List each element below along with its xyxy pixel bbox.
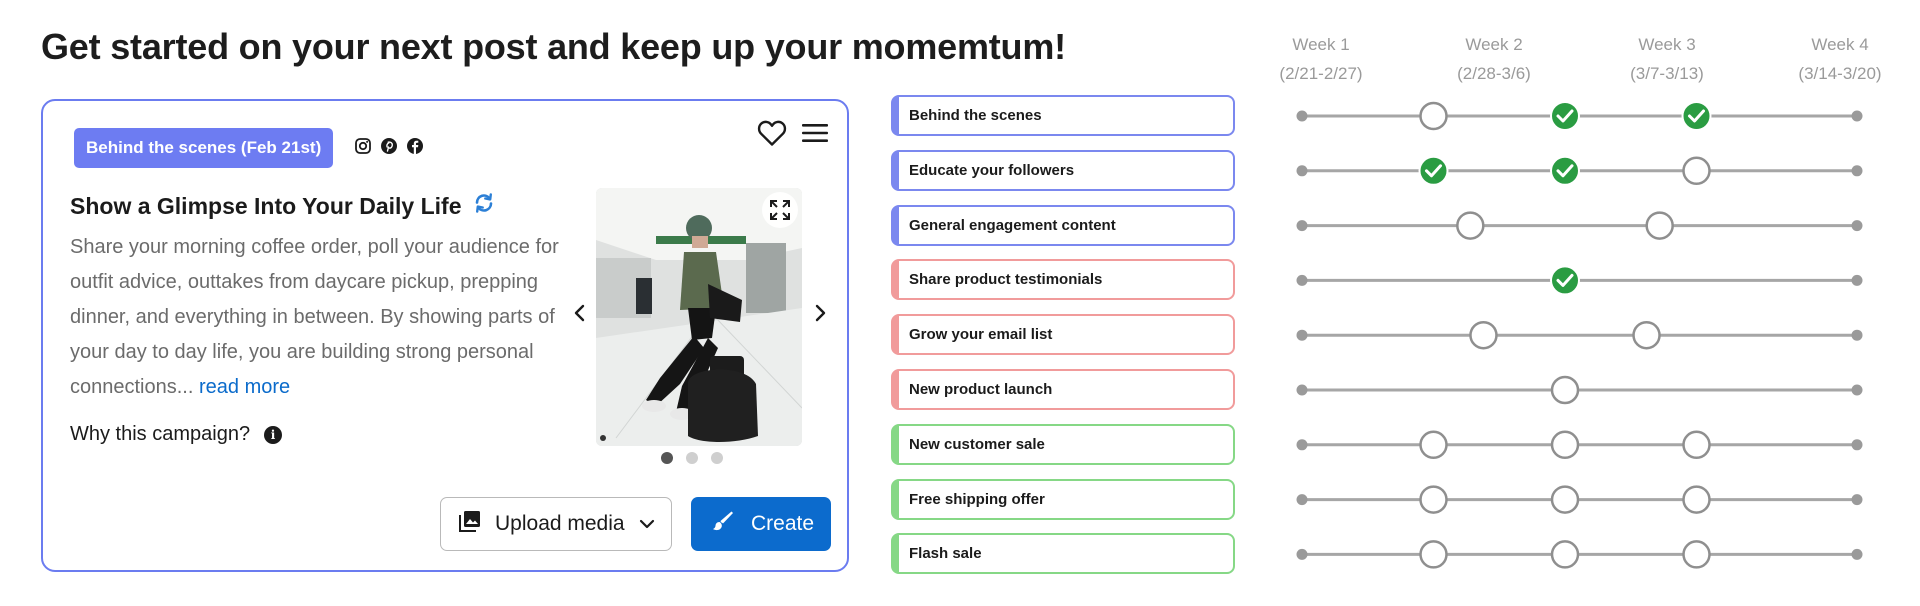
timeline-start-dot	[1296, 274, 1308, 286]
timeline-row	[1296, 375, 1863, 405]
timeline-row	[1296, 485, 1863, 514]
pending-milestone[interactable]	[1419, 430, 1448, 460]
timeline-end-dot	[1851, 384, 1863, 396]
timeline-start-dot	[1296, 220, 1308, 232]
completed-milestone[interactable]	[1681, 101, 1712, 131]
completed-milestone[interactable]	[1550, 155, 1580, 186]
pending-milestone[interactable]	[1550, 540, 1580, 569]
check-circle-icon	[1550, 101, 1580, 131]
completed-milestone[interactable]	[1550, 265, 1580, 296]
check-circle-icon	[1550, 155, 1580, 186]
pending-milestone[interactable]	[1419, 540, 1448, 569]
pending-milestone[interactable]	[1682, 156, 1711, 186]
timeline-end-dot	[1851, 494, 1863, 506]
timeline-row	[1296, 540, 1863, 569]
timeline-row	[1296, 155, 1863, 186]
timeline-end-dot	[1851, 274, 1863, 286]
timeline-end-dot	[1851, 548, 1863, 560]
timeline-start-dot	[1296, 329, 1308, 341]
completed-milestone[interactable]	[1550, 101, 1580, 131]
pending-milestone[interactable]	[1456, 211, 1485, 240]
timeline-start-dot	[1296, 439, 1308, 451]
timeline-row	[1296, 320, 1863, 350]
timeline-start-dot	[1296, 110, 1308, 122]
pending-milestone[interactable]	[1550, 485, 1580, 514]
timeline-end-dot	[1851, 165, 1863, 177]
check-circle-icon	[1418, 155, 1449, 186]
check-circle-icon	[1681, 101, 1712, 131]
campaign-timeline	[1296, 101, 1863, 569]
pending-milestone[interactable]	[1645, 211, 1674, 240]
pending-milestone[interactable]	[1682, 430, 1711, 460]
pending-milestone[interactable]	[1682, 485, 1711, 514]
pending-milestone[interactable]	[1550, 375, 1580, 405]
timeline-start-dot	[1296, 548, 1308, 560]
timeline-end-dot	[1851, 220, 1863, 232]
timeline-start-dot	[1296, 165, 1308, 177]
timeline-start-dot	[1296, 384, 1308, 396]
pending-milestone[interactable]	[1632, 320, 1661, 350]
pending-milestone[interactable]	[1469, 320, 1498, 350]
timeline-row	[1296, 211, 1863, 240]
check-circle-icon	[1550, 265, 1580, 296]
timeline-row	[1296, 430, 1863, 460]
pending-milestone[interactable]	[1419, 101, 1448, 131]
timeline-end-dot	[1851, 439, 1863, 451]
timeline-row	[1296, 265, 1863, 296]
pending-milestone[interactable]	[1682, 540, 1711, 569]
timeline-start-dot	[1296, 494, 1308, 506]
timeline-end-dot	[1851, 110, 1863, 122]
pending-milestone[interactable]	[1419, 485, 1448, 514]
pending-milestone[interactable]	[1550, 430, 1580, 460]
completed-milestone[interactable]	[1418, 155, 1449, 186]
timeline-end-dot	[1851, 329, 1863, 341]
timeline-row	[1296, 101, 1863, 131]
